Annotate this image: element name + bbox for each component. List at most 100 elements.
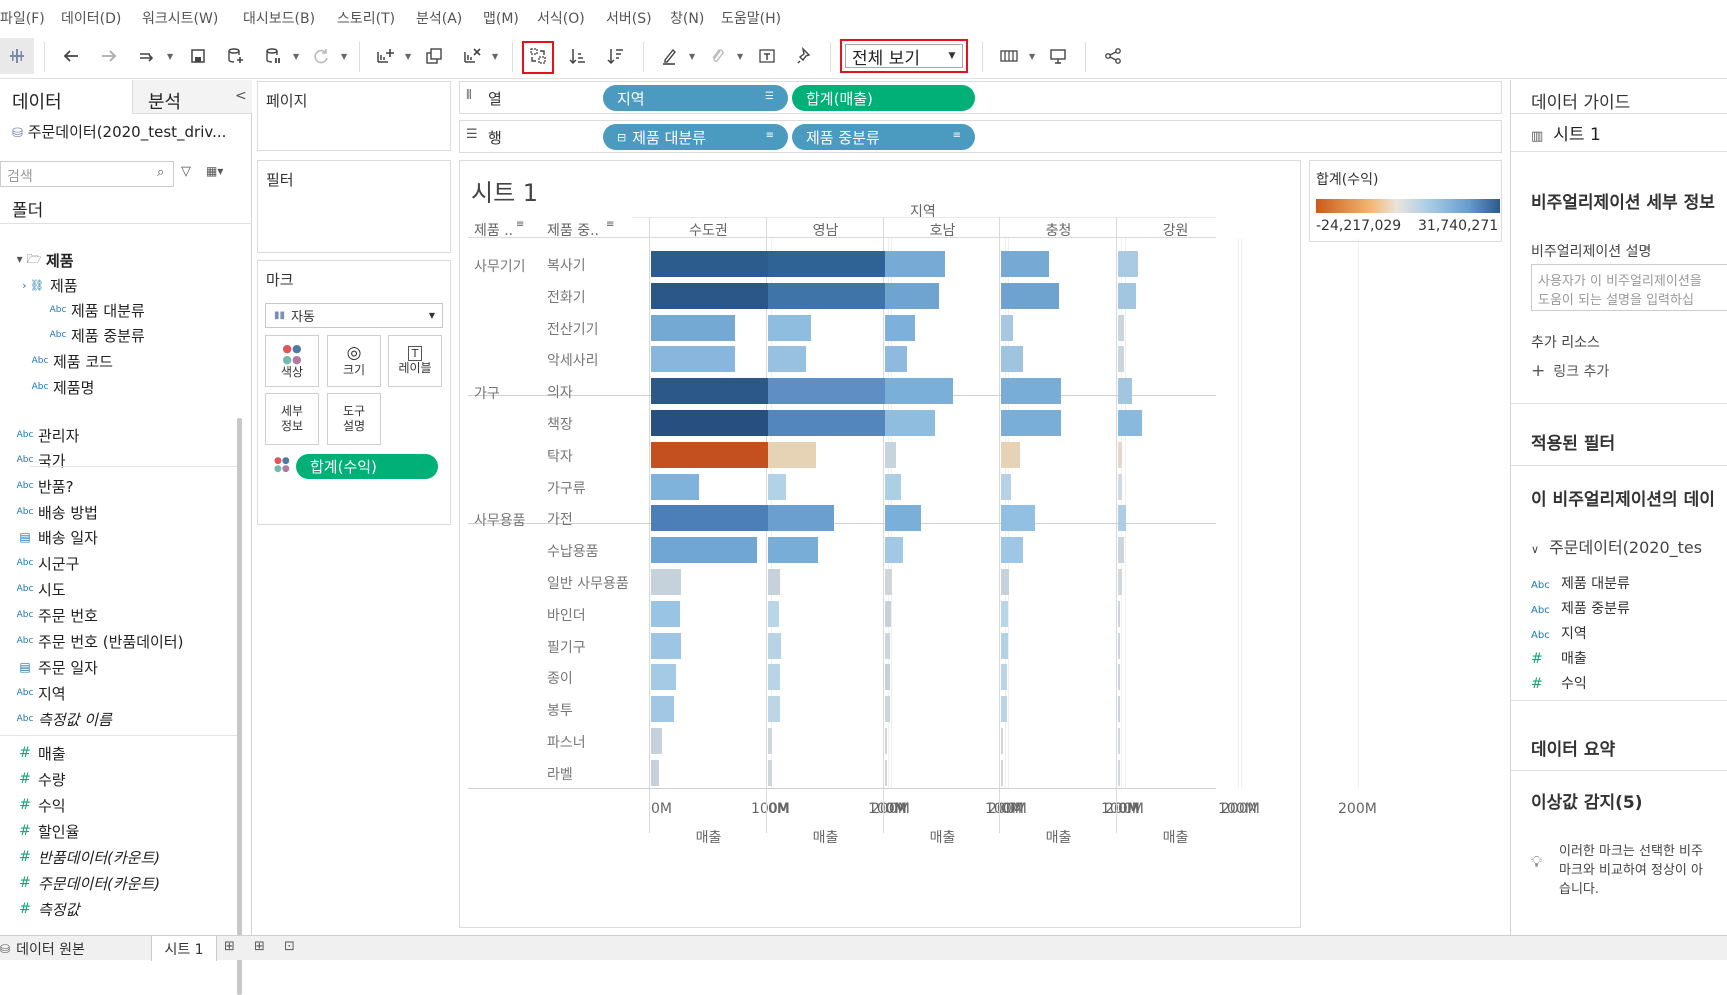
- size-button[interactable]: ◎ 크기: [327, 335, 381, 387]
- field-dimension[interactable]: ▾ 🗁︎ 제품: [12, 248, 74, 272]
- field-dimension[interactable]: ▤ 배송 일자: [12, 525, 98, 549]
- string-icon: Abc: [16, 430, 34, 440]
- subcategory-label: 가구류: [547, 481, 586, 497]
- field-dimension[interactable]: Abc 주문 번호 (반품데이터): [12, 629, 184, 653]
- clear-sheet-icon[interactable]: [459, 43, 485, 69]
- view-mode-select[interactable]: 전체 보기 ▼: [840, 39, 968, 73]
- bar-mark: [768, 696, 780, 722]
- field-dimension[interactable]: Abc 지역: [12, 681, 66, 705]
- field-measure[interactable]: # 할인율: [12, 819, 79, 843]
- new-dashboard-tab-icon[interactable]: ⊞: [254, 939, 265, 954]
- viz-field-item[interactable]: Abc 제품 대분류: [1531, 573, 1630, 593]
- pause-updates-icon[interactable]: [260, 43, 286, 69]
- menu-analysis[interactable]: 분석(A): [416, 8, 462, 28]
- group-members-icon[interactable]: [704, 43, 730, 69]
- undo-icon[interactable]: [58, 43, 84, 69]
- field-dimension[interactable]: › ⛓ 제품: [16, 273, 78, 297]
- save-icon[interactable]: [185, 43, 211, 69]
- sheet-tab[interactable]: 시트 1: [151, 936, 217, 961]
- refresh-icon[interactable]: [308, 43, 334, 69]
- share-icon[interactable]: [1100, 43, 1126, 69]
- menu-worksheet[interactable]: 워크시트(W): [142, 8, 218, 28]
- sort-descending-icon[interactable]: [603, 43, 629, 69]
- pages-card[interactable]: 페이지: [257, 81, 451, 151]
- field-measure[interactable]: # 수량: [12, 767, 65, 791]
- color-button[interactable]: ●● ●● 색상: [265, 335, 319, 387]
- viz-field-item[interactable]: # 수익: [1531, 673, 1587, 693]
- mark-type-select[interactable]: ▮▮ 자동 ▼: [265, 303, 443, 328]
- data-summary-heading[interactable]: 데이터 요약: [1531, 735, 1615, 760]
- menu-window[interactable]: 창(N): [670, 8, 704, 28]
- duplicate-sheet-icon[interactable]: [421, 43, 447, 69]
- sort-ascending-icon[interactable]: [565, 43, 591, 69]
- viz-field-item[interactable]: Abc 지역: [1531, 623, 1587, 643]
- field-dimension[interactable]: Abc 제품 코드: [27, 349, 113, 373]
- outliers-heading[interactable]: 이상값 감지(5): [1531, 788, 1643, 813]
- field-dimension[interactable]: Abc 시도: [12, 577, 66, 601]
- menu-story[interactable]: 스토리(T): [337, 8, 395, 28]
- scrollbar[interactable]: [237, 418, 242, 995]
- viz-field-item[interactable]: Abc 제품 중분류: [1531, 598, 1630, 618]
- filters-card[interactable]: 필터: [257, 160, 451, 253]
- menu-dashboard[interactable]: 대시보드(B): [243, 8, 315, 28]
- field-dimension[interactable]: Abc 배송 방법: [12, 500, 98, 524]
- field-dimension[interactable]: Abc 제품 대분류: [45, 298, 145, 322]
- bar-mark: [1001, 569, 1010, 595]
- menu-format[interactable]: 서식(O): [537, 8, 585, 28]
- detail-button[interactable]: 세부 정보: [265, 393, 319, 445]
- field-dimension[interactable]: Abc 주문 번호: [12, 603, 98, 627]
- show-mark-labels-icon[interactable]: [754, 43, 780, 69]
- field-measure[interactable]: # 측정값: [12, 897, 79, 921]
- field-dimension[interactable]: Abc 반품?: [12, 474, 74, 498]
- mark-color-pill[interactable]: 합계(수익): [296, 454, 438, 479]
- field-dimension[interactable]: Abc 국가: [12, 448, 66, 472]
- menu-map[interactable]: 맵(M): [483, 8, 519, 28]
- color-legend[interactable]: 합계(수익) -24,217,029 31,740,271: [1309, 160, 1502, 242]
- field-measure[interactable]: # 반품데이터(카운트): [12, 845, 160, 869]
- region-header: 충청: [1045, 223, 1072, 239]
- menu-help[interactable]: 도움말(H): [721, 8, 781, 28]
- field-dimension[interactable]: Abc 시군구: [12, 551, 80, 575]
- field-measure[interactable]: # 매출: [12, 741, 65, 765]
- field-dimension[interactable]: Abc 제품 중분류: [45, 323, 145, 347]
- field-dimension[interactable]: Abc 측정값 이름: [12, 707, 112, 731]
- bar-mark: [651, 442, 783, 468]
- datasource-tab[interactable]: ⛁ 데이터 원본: [0, 936, 150, 961]
- fix-axes-icon[interactable]: [792, 43, 818, 69]
- bar-mark: [885, 283, 939, 309]
- bar-mark: [1001, 283, 1059, 309]
- row-pill-subcategory[interactable]: 제품 중분류 ≡: [792, 124, 975, 150]
- label-button[interactable]: T 레이블: [388, 335, 442, 387]
- size-icon: ◎: [346, 343, 362, 363]
- tooltip-button[interactable]: 도구 설명: [327, 393, 381, 445]
- bar-mark: [768, 760, 772, 786]
- redo-icon[interactable]: [96, 43, 122, 69]
- show-cards-icon[interactable]: [996, 43, 1022, 69]
- field-measure[interactable]: # 주문데이터(카운트): [12, 871, 160, 895]
- new-worksheet-icon[interactable]: [372, 43, 398, 69]
- sort-icon: ≡: [516, 219, 525, 230]
- menu-file[interactable]: 파일(F): [0, 8, 45, 28]
- new-worksheet-tab-icon[interactable]: ⊞: [224, 939, 235, 954]
- field-dimension[interactable]: Abc 관리자: [12, 423, 80, 447]
- row-pill-category[interactable]: ⊟ 제품 대분류 ≡: [603, 124, 788, 150]
- viz-field-item[interactable]: # 매출: [1531, 648, 1587, 668]
- menu-data[interactable]: 데이터(D): [61, 8, 121, 28]
- bar-mark: [1001, 696, 1007, 722]
- measure-icon: #: [19, 875, 31, 891]
- field-dimension[interactable]: Abc 제품명: [27, 375, 95, 399]
- tableau-logo-icon[interactable]: [4, 43, 30, 69]
- replay-icon[interactable]: [134, 43, 160, 69]
- field-label: 할인율: [38, 822, 80, 841]
- column-pill-region[interactable]: 지역 ☰: [603, 85, 788, 111]
- highlight-icon[interactable]: [656, 43, 682, 69]
- column-pill-sales[interactable]: 합계(매출): [792, 85, 975, 111]
- menu-server[interactable]: 서버(S): [606, 8, 652, 28]
- presentation-mode-icon[interactable]: [1045, 43, 1071, 69]
- new-datasource-icon[interactable]: [222, 43, 248, 69]
- axis-tick-label: 0M: [768, 801, 789, 817]
- new-story-tab-icon[interactable]: ⊡: [284, 939, 295, 954]
- subcategory-label: 일반 사무용품: [547, 576, 629, 592]
- field-measure[interactable]: # 수익: [12, 793, 65, 817]
- field-dimension[interactable]: ▤ 주문 일자: [12, 655, 98, 679]
